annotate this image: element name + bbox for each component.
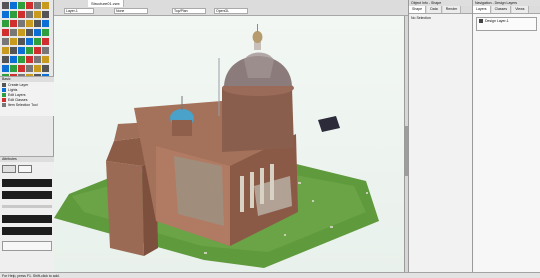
tool-icon[interactable] [1, 37, 9, 45]
tool-icon[interactable] [9, 55, 17, 63]
pen-bar[interactable] [2, 191, 52, 199]
line-bar[interactable] [2, 215, 52, 223]
tool-icon[interactable] [1, 64, 9, 72]
document-tab[interactable]: Structure01.vwx [88, 0, 124, 7]
point-cloud-building [54, 24, 379, 268]
roof-panel [318, 116, 340, 132]
tool-icon[interactable] [33, 1, 41, 9]
tool-icon[interactable] [41, 28, 49, 36]
drawing-viewport[interactable] [54, 16, 408, 272]
tool-icon[interactable] [33, 46, 41, 54]
view-dropdown[interactable]: Top/Plan [172, 8, 206, 14]
tool-icon[interactable] [25, 37, 33, 45]
navigation-tabs: Layers Classes Views [473, 6, 540, 14]
tool-icon[interactable] [9, 19, 17, 27]
layer-dropdown[interactable]: Layer-1 [64, 8, 94, 14]
tool-icon[interactable] [1, 19, 9, 27]
tab-views[interactable]: Views [512, 6, 529, 13]
left-tower [106, 161, 144, 256]
tool-icon[interactable] [25, 10, 33, 18]
tool-icon[interactable] [33, 28, 41, 36]
tool-icon[interactable] [9, 10, 17, 18]
tool-icon[interactable] [17, 37, 25, 45]
opacity-slider[interactable] [2, 205, 52, 208]
tool-grid [1, 1, 53, 90]
attributes-title: Attributes [0, 157, 54, 162]
tool-icon[interactable] [41, 46, 49, 54]
tool-icon [2, 82, 6, 87]
render-dropdown[interactable]: OpenGL [214, 8, 248, 14]
tool-icon[interactable] [41, 37, 49, 45]
tool-icon [2, 87, 6, 92]
arrow-bar[interactable] [2, 227, 52, 235]
tab-layers[interactable]: Layers [473, 6, 491, 13]
tool-icon[interactable] [9, 1, 17, 9]
tool-icon[interactable] [9, 37, 17, 45]
tool-icon[interactable] [33, 37, 41, 45]
tool-icon[interactable] [17, 28, 25, 36]
basic-palette-item-label: Edit Layers [8, 92, 26, 97]
tool-icon[interactable] [9, 64, 17, 72]
tool-icon[interactable] [1, 46, 9, 54]
basic-palette-item[interactable]: Item Selection Tool [0, 102, 54, 107]
left-tool-palette: Basic Create Layer Lights Edit Layers Edit … [0, 0, 54, 278]
visible-icon[interactable] [479, 18, 483, 23]
object-info-panel: Object Info - Shape Shape Data Render No… [408, 0, 472, 278]
tab-classes[interactable]: Classes [491, 6, 512, 13]
basic-palette-item-label: Create Layer [8, 82, 29, 87]
navigation-panel: Navigation - Design Layers Layers Classe… [472, 0, 540, 278]
tool-icon[interactable] [17, 55, 25, 63]
tool-icon[interactable] [1, 10, 9, 18]
tool-icon[interactable] [41, 64, 49, 72]
basic-palette: Basic Create Layer Lights Edit Layers Edit … [0, 76, 54, 116]
fill-bar[interactable] [2, 179, 52, 187]
tool-icon[interactable] [17, 1, 25, 9]
tab-shape[interactable]: Shape [409, 6, 427, 13]
basic-palette-item-label: Lights [8, 87, 18, 92]
tool-icon[interactable] [41, 19, 49, 27]
object-info-tabs: Shape Data Render [409, 6, 472, 14]
tool-icon[interactable] [25, 1, 33, 9]
top-toolbar: Structure01.vwx Layer-1 None Top/Plan Op… [54, 0, 408, 20]
tool-icon[interactable] [25, 19, 33, 27]
lantern [252, 31, 263, 43]
tool-icon[interactable] [17, 46, 25, 54]
tool-icon[interactable] [1, 1, 9, 9]
tool-icon[interactable] [33, 64, 41, 72]
tool-icon[interactable] [41, 10, 49, 18]
tool-icon [2, 102, 6, 107]
fill-swatch[interactable] [2, 165, 16, 173]
tool-icon[interactable] [25, 46, 33, 54]
tool-icon[interactable] [41, 1, 49, 9]
tool-icon [2, 97, 6, 102]
tab-data[interactable]: Data [427, 6, 442, 13]
tool-icon[interactable] [9, 46, 17, 54]
layer-row[interactable]: Design Layer-1 [477, 18, 536, 23]
tool-icon[interactable] [1, 55, 9, 63]
basic-palette-item-label: Item Selection Tool [8, 102, 38, 107]
rotunda [222, 88, 294, 152]
tool-icon[interactable] [33, 10, 41, 18]
drop-shadow-box[interactable] [2, 241, 52, 251]
tool-icon[interactable] [9, 28, 17, 36]
tab-render[interactable]: Render [442, 6, 462, 13]
class-dropdown[interactable]: None [114, 8, 148, 14]
selection-label: No Selection [411, 16, 431, 20]
tool-icon[interactable] [1, 28, 9, 36]
tool-icon[interactable] [33, 19, 41, 27]
tool-icon[interactable] [17, 64, 25, 72]
tool-icon[interactable] [25, 64, 33, 72]
pen-swatch[interactable] [18, 165, 32, 173]
layer-list: Design Layer-1 [476, 17, 537, 31]
basic-palette-item-label: Edit Classes [8, 97, 28, 102]
attributes-palette: Attributes [0, 156, 54, 278]
tool-icon[interactable] [25, 55, 33, 63]
tool-icon [2, 92, 6, 97]
tool-icon[interactable] [25, 28, 33, 36]
status-bar: For Help, press F1. Shift-click to add. [0, 272, 540, 278]
tool-icon[interactable] [17, 19, 25, 27]
tool-icon[interactable] [17, 10, 25, 18]
tool-icon[interactable] [33, 55, 41, 63]
tool-icon[interactable] [41, 55, 49, 63]
